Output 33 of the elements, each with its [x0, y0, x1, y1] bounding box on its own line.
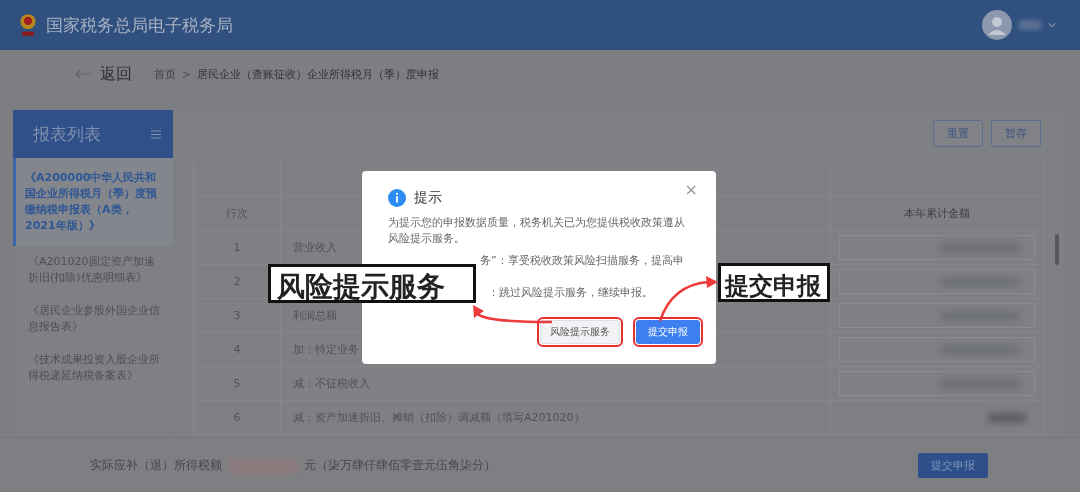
toolbar-button[interactable]: 重置 [933, 120, 983, 147]
breadcrumb-current: 居民企业（查账征收）企业所得税月（季）度申报 [197, 66, 440, 82]
dialog-text: 为提示您的申报数据质量，税务机关已为您提供税收政策遵从风险提示服务。 [388, 215, 686, 247]
submit-button[interactable]: 提交申报 [918, 453, 988, 478]
dialog-button[interactable]: 提交申报 [636, 320, 700, 344]
toolbar-button[interactable]: 暂存 [991, 120, 1041, 147]
dialog-text: 务”：享受税收政策风险扫描服务，提高申 [480, 253, 685, 269]
dialog-text: ：跳过风险提示服务，继续申报。 [488, 285, 654, 301]
scrollbar-thumb[interactable] [1055, 234, 1059, 265]
sidebar-title: 报表列表 [33, 122, 101, 146]
redacted-username [1018, 20, 1042, 30]
close-button[interactable]: × [684, 179, 698, 199]
back-link[interactable]: 返回 [75, 63, 132, 85]
amount-field[interactable] [839, 269, 1035, 294]
amount-field[interactable] [839, 337, 1035, 362]
breadcrumb-home[interactable]: 首页 [154, 66, 176, 82]
emblem-icon [18, 12, 38, 38]
caret-icon[interactable] [1048, 22, 1056, 28]
site-title: 国家税务总局电子税务局 [46, 13, 233, 37]
annotation-arrow [658, 276, 718, 322]
form-list-item[interactable]: 《A200000中华人民共和国企业所得税月（季）度预缴纳税申报表（A类，2021年版）》 [13, 158, 173, 246]
callout-label: 提交申报 [718, 263, 830, 302]
avatar-icon[interactable] [982, 10, 1012, 40]
amount-field[interactable] [839, 371, 1035, 396]
back-arrow-icon[interactable] [75, 68, 92, 80]
callout-label: 风险提示服务 [268, 264, 476, 303]
amount-field[interactable] [839, 235, 1035, 260]
menu-icon[interactable] [151, 129, 161, 139]
dialog-button[interactable]: 风险提示服务 [540, 320, 620, 344]
amount-field[interactable] [839, 303, 1035, 328]
dialog-title: 提示 [414, 189, 442, 207]
info-icon [388, 189, 406, 207]
breadcrumb-separator: > [182, 67, 192, 81]
